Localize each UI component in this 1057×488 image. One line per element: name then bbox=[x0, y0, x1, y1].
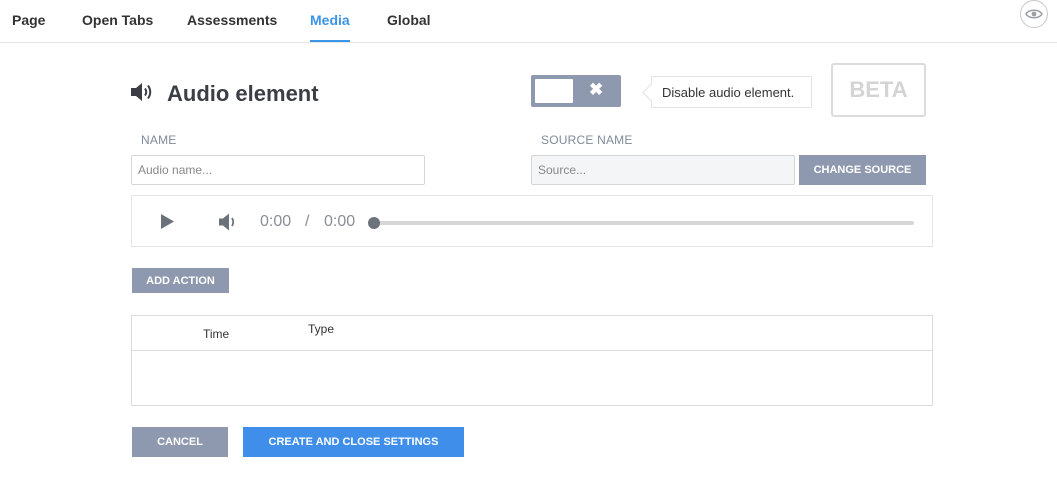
change-source-button[interactable]: CHANGE SOURCE bbox=[799, 155, 926, 185]
toggle-tooltip: Disable audio element. bbox=[651, 76, 812, 108]
enable-toggle[interactable]: ✖ bbox=[531, 75, 621, 107]
progress-track[interactable] bbox=[372, 221, 914, 225]
add-action-button[interactable]: ADD ACTION bbox=[132, 268, 229, 293]
actions-table: Time Type bbox=[131, 315, 933, 406]
cancel-button[interactable]: CANCEL bbox=[132, 427, 228, 457]
preview-button[interactable] bbox=[1020, 0, 1048, 28]
source-name-label: SOURCE NAME bbox=[541, 133, 633, 147]
tab-assessments[interactable]: Assessments bbox=[187, 12, 277, 42]
volume-icon[interactable] bbox=[218, 212, 240, 232]
play-icon[interactable] bbox=[159, 213, 175, 230]
close-icon: ✖ bbox=[589, 80, 604, 99]
table-header: Time Type bbox=[132, 316, 932, 351]
duration: 0:00 bbox=[324, 213, 356, 230]
eye-icon bbox=[1025, 9, 1043, 19]
audio-player: 0:00 / 0:00 bbox=[131, 195, 933, 247]
name-input[interactable] bbox=[131, 155, 425, 185]
progress-thumb[interactable] bbox=[368, 217, 380, 229]
tab-media[interactable]: Media bbox=[310, 12, 350, 42]
source-input[interactable] bbox=[531, 155, 795, 185]
speaker-icon bbox=[131, 83, 152, 101]
column-type: Type bbox=[308, 322, 335, 336]
create-and-close-button[interactable]: CREATE AND CLOSE SETTINGS bbox=[243, 427, 464, 457]
toggle-knob bbox=[535, 79, 573, 103]
time-separator: / bbox=[305, 213, 310, 230]
page-title: Audio element bbox=[167, 81, 319, 106]
current-time: 0:00 bbox=[260, 213, 292, 230]
column-time: Time bbox=[203, 327, 230, 341]
tab-global[interactable]: Global bbox=[387, 12, 431, 42]
tab-open-tabs[interactable]: Open Tabs bbox=[82, 12, 153, 42]
top-nav: Page Open Tabs Assessments Media Global bbox=[0, 0, 1057, 43]
beta-badge: BETA bbox=[831, 63, 926, 117]
name-label: NAME bbox=[141, 133, 177, 147]
tab-page[interactable]: Page bbox=[12, 12, 45, 42]
